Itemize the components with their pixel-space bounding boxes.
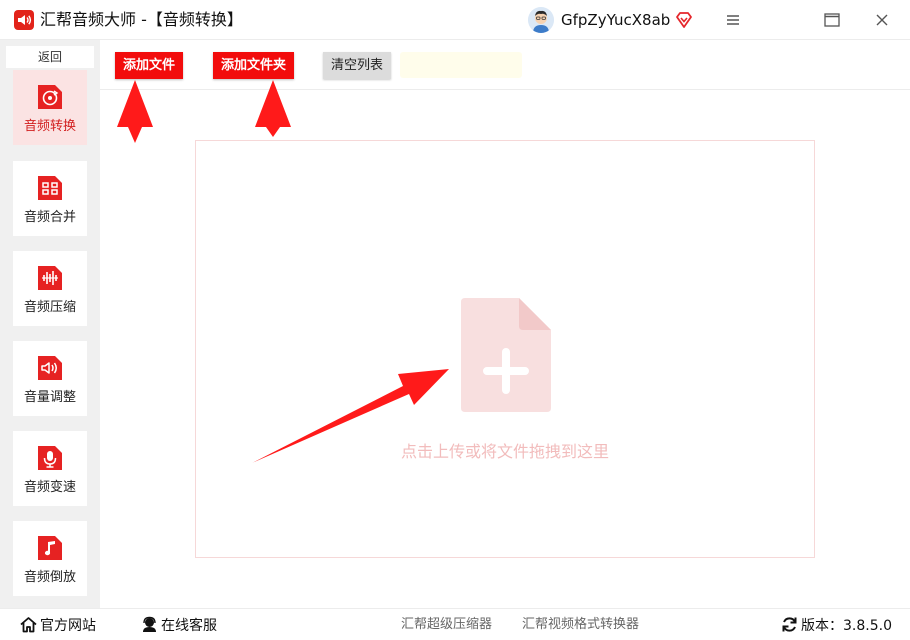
add-folder-button[interactable]: 添加文件夹 [213,52,294,79]
add-file-icon [461,298,551,412]
audio-merge-icon [36,174,64,202]
user-avatar[interactable] [528,7,554,33]
compressor-link[interactable]: 汇帮超级压缩器 [401,616,492,634]
maximize-icon[interactable] [822,10,842,30]
online-service-label: 在线客服 [161,618,217,634]
version-number: 3.8.5.0 [843,618,892,634]
music-note-icon [36,534,64,562]
audio-convert-icon [36,83,64,111]
status-bar: 官方网站 在线客服 汇帮超级压缩器 汇帮视频格式转换器 版本：3.8.5.0 [0,608,910,640]
online-service-link[interactable]: 在线客服 [141,616,217,635]
home-icon [20,616,37,633]
title-bar: 汇帮音频大师 -【音频转换】 GfpZyYucX8ab [0,0,910,40]
sidebar-item-label: 音量调整 [23,390,76,405]
refresh-icon[interactable] [781,616,798,633]
official-site-link[interactable]: 官方网站 [20,616,96,635]
sidebar-item-audio-compress[interactable]: 音频压缩 [13,251,87,326]
customer-service-icon [141,616,158,633]
back-button[interactable]: 返回 [6,46,94,68]
clear-list-button[interactable]: 清空列表 [323,52,391,79]
menu-icon[interactable] [723,10,743,30]
volume-icon [36,354,64,382]
toolbar: 添加文件 添加文件夹 清空列表 [100,40,910,90]
sidebar-item-label: 音频压缩 [23,300,76,315]
microphone-icon [36,444,64,472]
sidebar-item-audio-reverse[interactable]: 音频倒放 [13,521,87,596]
close-icon[interactable] [872,10,892,30]
drop-hint-text: 点击上传或将文件拖拽到这里 [400,442,609,461]
file-drop-zone[interactable]: 点击上传或将文件拖拽到这里 [195,140,815,558]
app-logo-speaker-icon [14,10,34,30]
window-title: 汇帮音频大师 -【音频转换】 [40,10,243,29]
sidebar: 返回 音频转换 音频合并 音频压缩 音量调整 音频变速 音频倒放 [0,40,100,608]
sidebar-item-audio-convert[interactable]: 音频转换 [13,70,87,145]
sidebar-item-label: 音频倒放 [23,570,76,585]
username: GfpZyYucX8ab [561,11,671,29]
vip-diamond-icon[interactable] [675,11,693,29]
sidebar-item-label: 音频合并 [23,210,76,225]
sidebar-item-label: 音频变速 [23,480,76,495]
version-info: 版本：3.8.5.0 [781,616,892,635]
add-file-button[interactable]: 添加文件 [115,52,183,79]
sidebar-item-audio-merge[interactable]: 音频合并 [13,161,87,236]
audio-waveform-icon [36,264,64,292]
official-site-label: 官方网站 [40,618,96,634]
sidebar-item-label: 音频转换 [23,119,76,134]
sidebar-item-volume-adjust[interactable]: 音量调整 [13,341,87,416]
faded-overlay [400,52,522,78]
sidebar-item-audio-speed[interactable]: 音频变速 [13,431,87,506]
version-label: 版本： [801,618,843,634]
video-converter-link[interactable]: 汇帮视频格式转换器 [522,616,639,634]
